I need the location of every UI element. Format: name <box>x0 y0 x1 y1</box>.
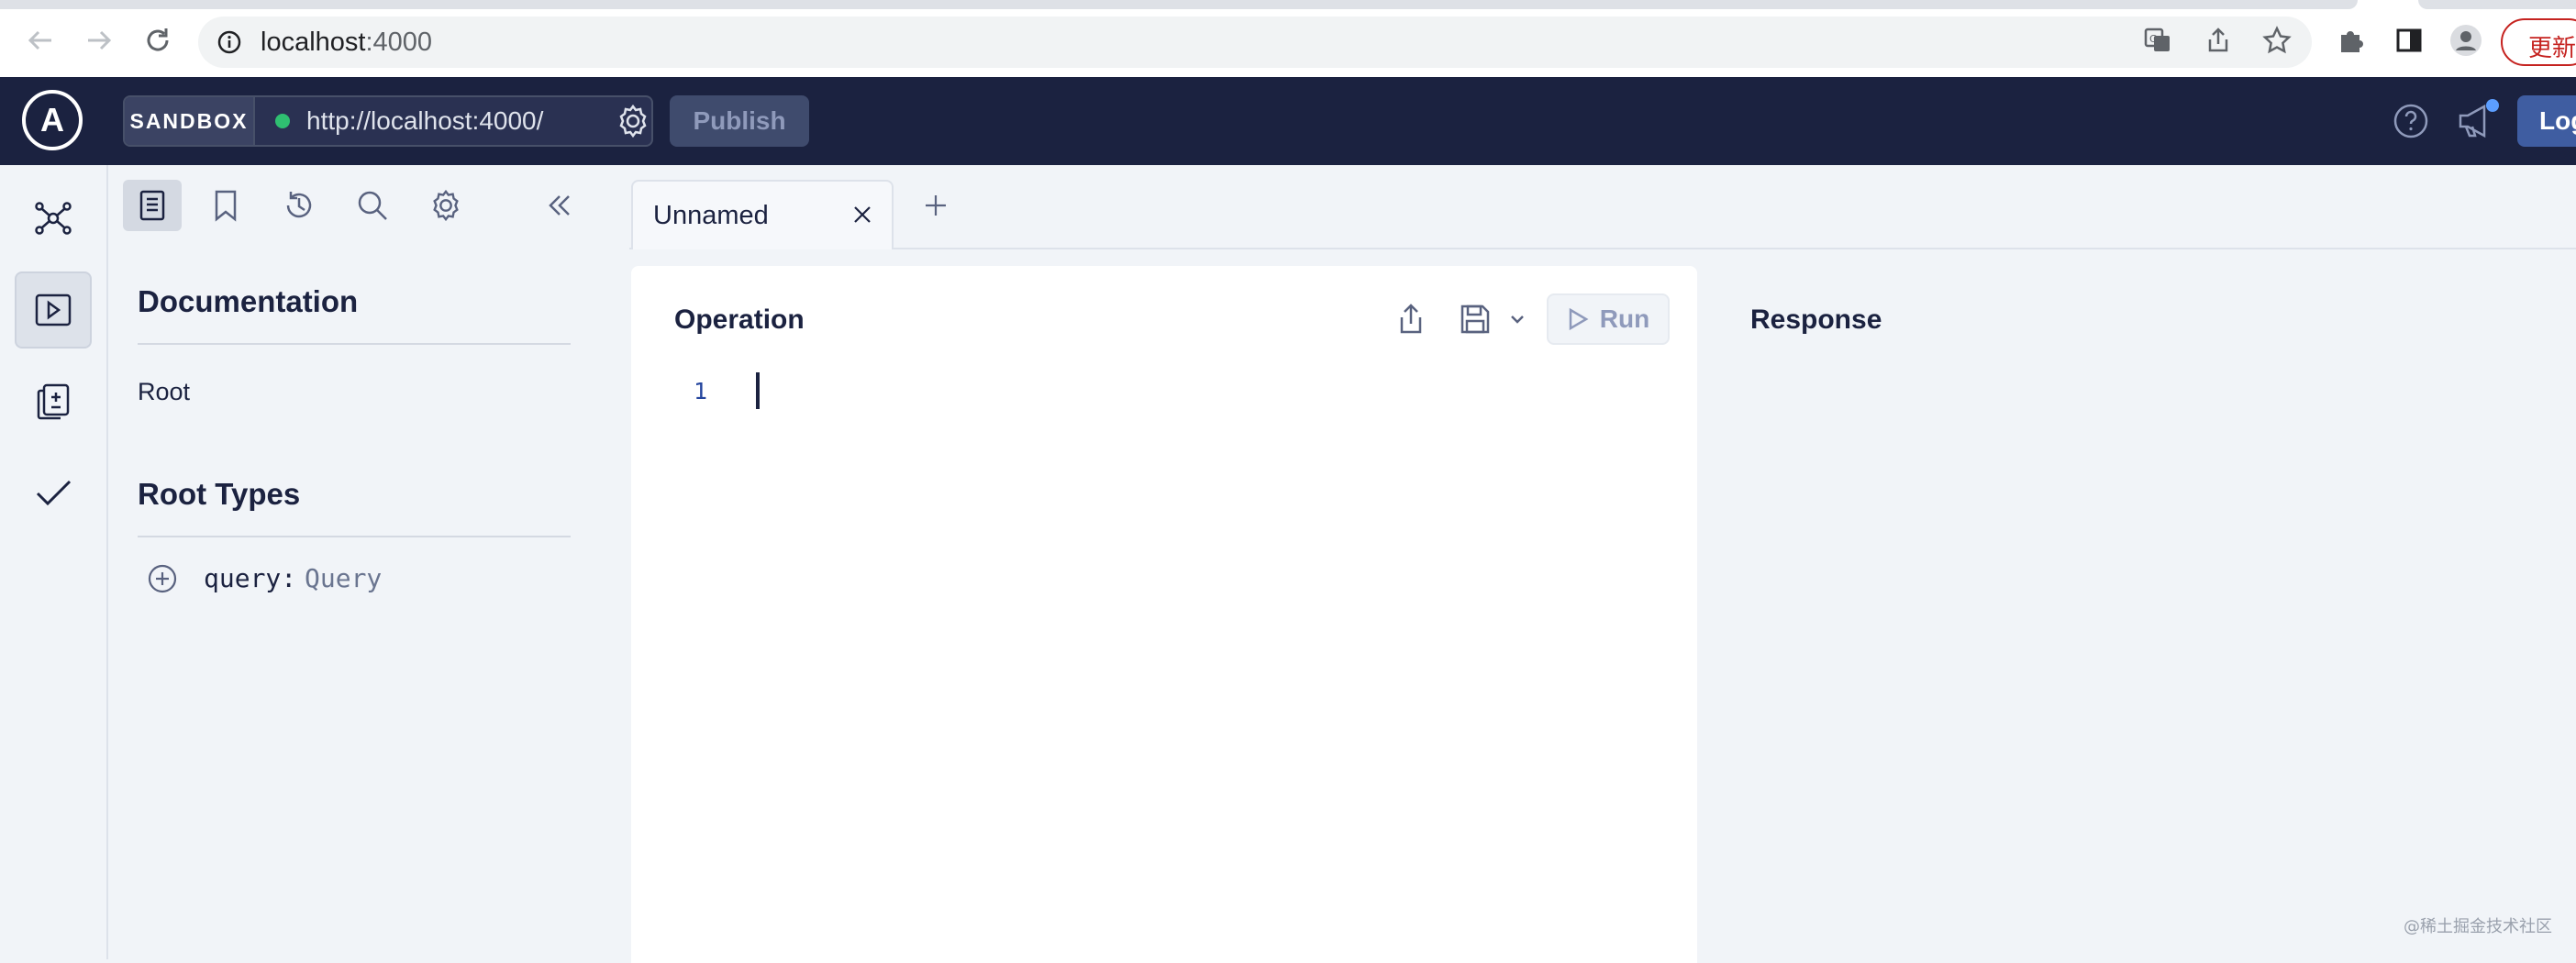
gear-icon <box>433 189 459 222</box>
operation-heading: Operation <box>674 304 805 335</box>
add-tab-plus-icon[interactable] <box>919 189 952 222</box>
nav-schema-diff[interactable] <box>15 363 92 440</box>
save-floppy-icon[interactable] <box>1457 301 1493 338</box>
double-chevron-left-icon <box>549 195 570 216</box>
translate-icon[interactable]: G <box>2137 20 2178 61</box>
nav-schema-graph[interactable] <box>15 180 92 257</box>
bookmark-star-icon[interactable] <box>2257 20 2297 61</box>
collections-tab-button[interactable] <box>196 180 255 231</box>
history-tab-button[interactable] <box>270 180 328 231</box>
response-heading: Response <box>1750 304 1882 335</box>
run-label: Run <box>1599 304 1650 333</box>
url-host: localhost <box>261 28 366 57</box>
publish-button[interactable]: Publish <box>670 95 809 147</box>
editor-cursor[interactable] <box>756 372 760 409</box>
divider <box>138 536 571 537</box>
schema-graph-icon <box>35 202 72 235</box>
browser-update-button[interactable]: 更新 <box>2501 18 2576 66</box>
tab-label: Unnamed <box>653 201 769 230</box>
run-button[interactable]: Run <box>1547 293 1670 345</box>
help-icon[interactable] <box>2393 103 2429 139</box>
collapse-panel-button[interactable] <box>530 180 589 231</box>
history-icon <box>286 192 312 218</box>
endpoint-url-input[interactable]: http://localhost:4000/ <box>306 106 543 136</box>
site-info-icon[interactable] <box>217 29 242 55</box>
sandbox-label: SANDBOX <box>125 97 255 145</box>
documentation-heading: Documentation <box>138 284 359 318</box>
tab-bar-border <box>629 248 2576 249</box>
forward-arrow-icon[interactable] <box>79 20 119 61</box>
nav-checks[interactable] <box>15 455 92 532</box>
profile-avatar-icon[interactable] <box>2446 20 2486 61</box>
search-icon <box>358 191 387 220</box>
root-field-type[interactable]: Query <box>305 563 382 593</box>
chevron-down-icon[interactable] <box>1506 308 1528 330</box>
root-field-name[interactable]: query: <box>204 563 296 593</box>
divider <box>138 343 571 345</box>
svg-text:G: G <box>2149 33 2158 45</box>
add-field-icon[interactable] <box>147 563 178 594</box>
docs-tab-button[interactable] <box>123 180 182 231</box>
gear-icon[interactable] <box>615 103 651 139</box>
login-button[interactable]: Log <box>2517 95 2576 147</box>
share-page-icon[interactable] <box>2198 20 2238 61</box>
back-arrow-icon[interactable] <box>20 20 61 61</box>
share-icon[interactable] <box>1393 301 1429 338</box>
url-port: :4000 <box>365 28 433 57</box>
play-icon <box>1569 307 1589 331</box>
side-panel-icon[interactable] <box>2389 20 2429 61</box>
editor-line-number: 1 <box>694 378 708 404</box>
play-square-icon <box>35 293 72 327</box>
search-tab-button[interactable] <box>343 180 402 231</box>
root-types-heading: Root Types <box>138 477 301 511</box>
operation-panel <box>631 266 1697 963</box>
browser-tab-strip-right <box>2418 0 2576 9</box>
nav-explorer[interactable] <box>15 271 92 349</box>
connection-status-dot <box>275 114 290 128</box>
bookmark-icon <box>215 190 237 222</box>
settings-tab-button[interactable] <box>416 180 475 231</box>
diff-document-icon <box>37 383 70 420</box>
extensions-puzzle-icon[interactable] <box>2330 20 2371 61</box>
document-icon <box>139 190 165 221</box>
apollo-logo[interactable]: A <box>22 90 83 150</box>
address-bar[interactable] <box>198 17 2312 68</box>
close-icon[interactable] <box>848 200 877 229</box>
watermark-text: @稀土掘金技术社区 <box>2404 917 2552 936</box>
notification-badge <box>2486 99 2499 112</box>
breadcrumb-root[interactable]: Root <box>138 378 190 406</box>
checkmark-icon <box>36 480 72 506</box>
browser-tab-strip <box>0 0 2358 9</box>
reload-icon[interactable] <box>138 20 178 61</box>
address-bar-text: localhost:4000 <box>261 28 432 58</box>
